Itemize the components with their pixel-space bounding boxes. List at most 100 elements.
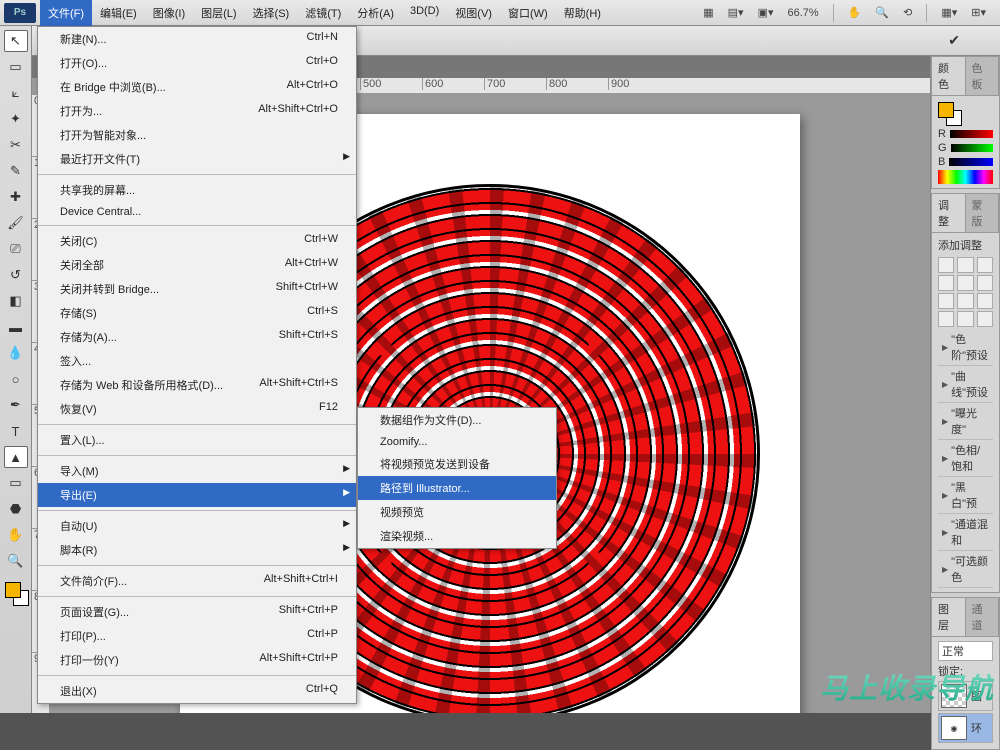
history-brush-tool[interactable]: ↺ [4,264,28,286]
export-submenu-item[interactable]: 渲染视频... [358,524,556,548]
file-menu-item[interactable]: 打开(O)...Ctrl+O [38,51,356,75]
eyedropper-tool[interactable]: ✎ [4,160,28,182]
adj-invert-icon[interactable] [938,311,954,327]
preset-item[interactable]: ▶"色阶"预设 [938,329,993,366]
launch-bridge-icon[interactable]: ▦ [699,4,717,21]
preset-item[interactable]: ▶"色相/饱和 [938,440,993,477]
blur-tool[interactable]: 💧 [4,342,28,364]
menu-7[interactable]: 3D(D) [402,0,447,26]
file-menu-item[interactable]: Device Central... [38,202,356,222]
color-spectrum[interactable] [938,170,993,184]
zoom-icon[interactable]: 🔍 [871,4,893,21]
layer-row[interactable]: ◉环 [938,713,993,743]
pen-tool[interactable]: ✒ [4,394,28,416]
export-submenu-item[interactable]: Zoomify... [358,432,556,452]
stamp-tool[interactable]: ⎚ [4,238,28,260]
slider-b[interactable] [949,158,993,166]
file-menu-item[interactable]: 存储为 Web 和设备所用格式(D)...Alt+Shift+Ctrl+S [38,373,356,397]
file-menu-item[interactable]: 最近打开文件(T)▶ [38,147,356,171]
menu-8[interactable]: 视图(V) [447,0,500,26]
eraser-tool[interactable]: ◧ [4,290,28,312]
file-menu-item[interactable]: 签入... [38,349,356,373]
menu-6[interactable]: 分析(A) [349,0,402,26]
tab-color[interactable]: 颜色 [932,57,966,95]
layer-row[interactable]: 图 [938,681,993,711]
adj-bw-icon[interactable] [938,293,954,309]
zoom-tool[interactable]: 🔍 [4,550,28,572]
preset-item[interactable]: ▶"黑白"预 [938,477,993,514]
file-menu-item[interactable]: 存储(S)Ctrl+S [38,301,356,325]
adj-threshold-icon[interactable] [977,311,993,327]
tab-mask[interactable]: 蒙版 [966,194,1000,232]
adj-brightness-icon[interactable] [938,257,954,273]
file-menu-item[interactable]: 共享我的屏幕... [38,178,356,202]
preset-item[interactable]: ▶"可选颜色 [938,551,993,588]
hand-icon[interactable]: ✋ [844,4,866,21]
preset-item[interactable]: ▶"通道混和 [938,514,993,551]
color-swatches[interactable] [3,580,29,606]
brush-tool[interactable]: 🖌 [4,212,28,234]
file-menu-item[interactable]: 导出(E)▶ [38,483,356,507]
rotate-view-icon[interactable]: ⟲ [899,4,916,21]
quick-select-tool[interactable]: ✦ [4,108,28,130]
menu-4[interactable]: 选择(S) [245,0,298,26]
adj-exposure-icon[interactable] [938,275,954,291]
file-menu-item[interactable]: 打印一份(Y)Alt+Shift+Ctrl+P [38,648,356,672]
marquee-tool[interactable]: ▭ [4,56,28,78]
file-menu-item[interactable]: 置入(L)... [38,428,356,452]
file-menu-item[interactable]: 关闭全部Alt+Ctrl+W [38,253,356,277]
tab-channels[interactable]: 通道 [966,598,1000,636]
file-menu-item[interactable]: 文件简介(F)...Alt+Shift+Ctrl+I [38,569,356,593]
adj-channel-mixer-icon[interactable] [977,293,993,309]
path-select-tool[interactable]: ▲ [4,446,28,468]
export-submenu-item[interactable]: 数据组作为文件(D)... [358,408,556,432]
guides-icon[interactable]: ⊞▾ [967,4,990,21]
zoom-level[interactable]: 66.7% [784,5,823,21]
healing-tool[interactable]: ✚ [4,186,28,208]
file-menu-item[interactable]: 导入(M)▶ [38,459,356,483]
file-menu-item[interactable]: 脚本(R)▶ [38,538,356,562]
preset-item[interactable]: ▶"曝光度" [938,403,993,440]
extras-icon[interactable]: ▦▾ [937,4,961,21]
export-submenu-item[interactable]: 将视频预览发送到设备 [358,452,556,476]
shape-tool[interactable]: ▭ [4,472,28,494]
screen-mode-icon[interactable]: ▣▾ [754,4,778,21]
lasso-tool[interactable]: ⟀ [4,82,28,104]
file-menu-item[interactable]: 新建(N)...Ctrl+N [38,27,356,51]
menu-10[interactable]: 帮助(H) [556,0,609,26]
export-submenu-item[interactable]: 路径到 Illustrator... [358,476,556,500]
crop-tool[interactable]: ✂ [4,134,28,156]
type-tool[interactable]: T [4,420,28,442]
menu-5[interactable]: 滤镜(T) [297,0,349,26]
adj-vibrance-icon[interactable] [957,275,973,291]
adj-photo-filter-icon[interactable] [957,293,973,309]
tab-layers[interactable]: 图层 [932,598,966,636]
slider-g[interactable] [951,144,993,152]
dodge-tool[interactable]: ○ [4,368,28,390]
slider-r[interactable] [950,130,993,138]
export-submenu-item[interactable]: 视频预览 [358,500,556,524]
file-menu-item[interactable]: 存储为(A)...Shift+Ctrl+S [38,325,356,349]
file-menu-item[interactable]: 关闭(C)Ctrl+W [38,229,356,253]
file-menu-item[interactable]: 页面设置(G)...Shift+Ctrl+P [38,600,356,624]
menu-3[interactable]: 图层(L) [193,0,244,26]
menu-0[interactable]: 文件(F) [40,0,92,26]
tab-swatches[interactable]: 色板 [966,57,1000,95]
file-menu-item[interactable]: 恢复(V)F12 [38,397,356,421]
gradient-tool[interactable]: ▬ [4,316,28,338]
tab-adjust[interactable]: 调整 [932,194,966,232]
file-menu-item[interactable]: 打印(P)...Ctrl+P [38,624,356,648]
adj-hue-icon[interactable] [977,275,993,291]
move-tool[interactable]: ↖ [4,30,28,52]
file-menu-item[interactable]: 打开为...Alt+Shift+Ctrl+O [38,99,356,123]
adj-posterize-icon[interactable] [957,311,973,327]
blend-mode[interactable]: 正常 [938,641,993,661]
file-menu-item[interactable]: 在 Bridge 中浏览(B)...Alt+Ctrl+O [38,75,356,99]
menu-2[interactable]: 图像(I) [145,0,193,26]
3d-tool[interactable]: ⬣ [4,498,28,520]
hand-tool[interactable]: ✋ [4,524,28,546]
preset-item[interactable]: ▶"曲线"预设 [938,366,993,403]
file-menu-item[interactable]: 退出(X)Ctrl+Q [38,679,356,703]
commit-icon[interactable]: ✔ [948,32,960,49]
adj-levels-icon[interactable] [957,257,973,273]
